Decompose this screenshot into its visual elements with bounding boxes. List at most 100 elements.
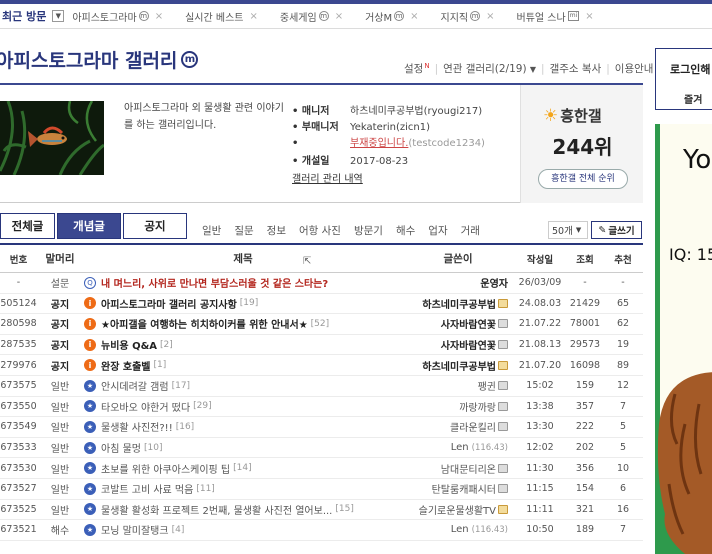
row-writer[interactable]: 남대문티리온: [441, 461, 496, 476]
row-comment-count[interactable]: [17]: [172, 381, 190, 391]
subject-filter-item[interactable]: 업자: [428, 223, 447, 238]
row-title[interactable]: 모닝 말미잘탱크: [101, 522, 169, 537]
table-row[interactable]: - 설문 Q 내 며느리, 사위로 만나면 부담스러울 것 같은 스타는? 운영자 26/…: [0, 273, 643, 294]
row-writer[interactable]: 팽귄: [478, 378, 496, 393]
row-writer-cell[interactable]: 탄탈룸캐패시터: [408, 481, 508, 496]
manager-value[interactable]: 하츠네미쿠공부법(ryougi217): [350, 104, 482, 120]
subject-filter-item[interactable]: 일반: [202, 223, 221, 238]
row-comment-count[interactable]: [11]: [196, 484, 214, 494]
row-writer[interactable]: Len: [451, 524, 469, 535]
row-title[interactable]: 완장 호출벨: [101, 358, 150, 373]
close-icon[interactable]: ×: [486, 11, 494, 22]
table-row[interactable]: 673549 일반 ★ 물생활 사진전?!! [16] 클라운킬리 13:30 222 5: [0, 417, 643, 438]
recent-visit-item[interactable]: 거상M m ×: [365, 9, 418, 24]
settings-link[interactable]: 설정N: [404, 61, 430, 76]
table-row[interactable]: 673533 일반 ★ 아침 물멍 [10] Len (116.43) 12:02 202 5: [0, 438, 643, 459]
row-title-cell[interactable]: ★ 물생활 활성화 프로젝트 2번째, 물생활 사진전 열어보... [15]: [78, 502, 408, 517]
row-comment-count[interactable]: [14]: [233, 463, 251, 473]
row-title-cell[interactable]: ★ 아침 물멍 [10]: [78, 440, 408, 455]
row-comment-count[interactable]: [4]: [172, 525, 185, 535]
submanager-value[interactable]: Yekaterin(zicn1): [350, 120, 430, 136]
row-title-cell[interactable]: ★ 타오바오 야한거 떴다 [29]: [78, 399, 408, 414]
page-size-select[interactable]: 50개 ▼: [548, 221, 588, 239]
recent-visit-dropdown-icon[interactable]: ▼: [52, 10, 65, 22]
row-title[interactable]: 아피스토그라마 갤러리 공지사항: [101, 296, 237, 311]
guide-link[interactable]: 이용안내: [615, 61, 654, 76]
table-row[interactable]: 287535 공지 i 뉴비용 Q&A [2] 사자바람연꽃 21.08.13 29573 19: [0, 335, 643, 356]
recent-visit-item[interactable]: 지지직 m ×: [441, 9, 495, 24]
row-title[interactable]: 내 며느리, 사위로 만나면 부담스러울 것 같은 스타는?: [101, 275, 328, 290]
row-title[interactable]: 물생활 활성화 프로젝트 2번째, 물생활 사진전 열어보...: [101, 502, 332, 517]
subject-filter-item[interactable]: 정보: [267, 223, 286, 238]
table-row[interactable]: 673575 일반 ★ 안시데려갈 갬럼 [17] 팽귄 15:02 159 12: [0, 376, 643, 397]
row-comment-count[interactable]: [1]: [153, 360, 166, 370]
row-title-cell[interactable]: ★ 코발트 고비 사료 먹음 [11]: [78, 481, 408, 496]
row-writer-cell[interactable]: 까랑까랑: [408, 399, 508, 414]
row-title-cell[interactable]: i 완장 호출벨 [1]: [78, 358, 408, 373]
row-comment-count[interactable]: [15]: [335, 504, 353, 514]
table-row[interactable]: 505124 공지 i 아피스토그라마 갤러리 공지사항 [19] 하츠네미쿠공부법 24.…: [0, 294, 643, 315]
row-writer[interactable]: 클라운킬리: [450, 419, 496, 434]
copy-address-link[interactable]: 갤주소 복사: [550, 61, 602, 76]
row-title[interactable]: 안시데려갈 갬럼: [101, 378, 169, 393]
row-writer-cell[interactable]: 사자바람연꽃: [408, 316, 508, 331]
row-writer-cell[interactable]: 남대문티리온: [408, 461, 508, 476]
table-row[interactable]: 280598 공지 i ★아피갤을 여행하는 히치하이커를 위한 안내서★ [52] 사자…: [0, 314, 643, 335]
row-title-cell[interactable]: ★ 초보를 위한 아쿠아스케이핑 팁 [14]: [78, 461, 408, 476]
subject-filter-item[interactable]: 질문: [234, 223, 253, 238]
table-row[interactable]: 673527 일반 ★ 코발트 고비 사료 먹음 [11] 탄탈룸캐패시터 11:15 154…: [0, 479, 643, 500]
recent-visit-item[interactable]: 버튜얼 스나 mi ×: [517, 9, 594, 24]
row-writer-cell[interactable]: 하츠네미쿠공부법: [408, 358, 508, 373]
submanager-absent-status[interactable]: 부재중입니다.: [350, 138, 408, 149]
related-gallery-link[interactable]: 연관 갤러리(2/19) ▼: [443, 61, 536, 76]
row-title-cell[interactable]: ★ 모닝 말미잘탱크 [4]: [78, 522, 408, 537]
row-comment-count[interactable]: [19]: [240, 298, 258, 308]
close-icon[interactable]: ×: [585, 11, 593, 22]
row-comment-count[interactable]: [29]: [193, 401, 211, 411]
row-comment-count[interactable]: [2]: [160, 340, 173, 350]
row-writer-cell[interactable]: 사자바람연꽃: [408, 337, 508, 352]
rank-list-button[interactable]: 흥한갤 전체 순위: [538, 169, 628, 189]
row-comment-count[interactable]: [16]: [176, 422, 194, 432]
close-icon[interactable]: ×: [155, 11, 163, 22]
close-icon[interactable]: ×: [410, 11, 418, 22]
gallery-manage-history-link[interactable]: 갤러리 관리 내역: [292, 170, 363, 185]
row-writer[interactable]: 운영자: [480, 275, 508, 290]
tab-recommended[interactable]: 개념글: [57, 213, 121, 239]
subject-filter-item[interactable]: 어항 사진: [299, 223, 341, 238]
table-row[interactable]: 673550 일반 ★ 타오바오 야한거 떴다 [29] 까랑까랑 13:38 357 7: [0, 397, 643, 418]
row-title-cell[interactable]: i 뉴비용 Q&A [2]: [78, 337, 408, 352]
table-row[interactable]: 673521 해수 ★ 모닝 말미잘탱크 [4] Len (116.43) 10:50 189 7: [0, 520, 643, 541]
tab-all[interactable]: 전체글: [0, 213, 55, 239]
row-writer-cell[interactable]: Len (116.43): [408, 524, 508, 535]
row-title-cell[interactable]: Q 내 며느리, 사위로 만나면 부담스러울 것 같은 스타는?: [78, 275, 408, 290]
row-writer[interactable]: 탄탈룸캐패시터: [432, 481, 496, 496]
row-title[interactable]: 초보를 위한 아쿠아스케이핑 팁: [101, 461, 230, 476]
subject-filter-item[interactable]: 방문기: [354, 223, 383, 238]
row-writer[interactable]: 사자바람연꽃: [441, 316, 496, 331]
row-writer-cell[interactable]: 운영자: [408, 275, 508, 290]
row-title[interactable]: 타오바오 야한거 떴다: [101, 399, 190, 414]
subject-filter-item[interactable]: 해수: [396, 223, 415, 238]
row-writer[interactable]: 사자바람연꽃: [441, 337, 496, 352]
table-row[interactable]: 673530 일반 ★ 초보를 위한 아쿠아스케이핑 팁 [14] 남대문티리온 11:30…: [0, 458, 643, 479]
row-writer[interactable]: 까랑까랑: [459, 399, 496, 414]
row-title-cell[interactable]: ★ 안시데려갈 갬럼 [17]: [78, 378, 408, 393]
row-writer-cell[interactable]: Len (116.43): [408, 442, 508, 453]
recent-visit-item[interactable]: 중세게임 m ×: [280, 9, 343, 24]
row-writer[interactable]: 하츠네미쿠공부법: [422, 358, 496, 373]
login-box[interactable]: 로그인해 즐겨: [655, 48, 712, 110]
row-title[interactable]: 물생활 사진전?!!: [101, 419, 173, 434]
subject-filter-item[interactable]: 거래: [461, 223, 480, 238]
row-title[interactable]: 뉴비용 Q&A: [101, 337, 157, 352]
row-writer-cell[interactable]: 슬기로운물생활TV: [408, 502, 508, 517]
recent-visit-item[interactable]: 실시간 베스트 ×: [185, 9, 258, 24]
row-title-cell[interactable]: ★ 물생활 사진전?!! [16]: [78, 419, 408, 434]
row-title-cell[interactable]: i 아피스토그라마 갤러리 공지사항 [19]: [78, 296, 408, 311]
side-ad-banner[interactable]: Yo IQ: 15: [655, 124, 712, 554]
row-title[interactable]: ★아피갤을 여행하는 히치하이커를 위한 안내서★: [101, 316, 308, 331]
row-writer-cell[interactable]: 팽귄: [408, 378, 508, 393]
row-title-cell[interactable]: i ★아피갤을 여행하는 히치하이커를 위한 안내서★ [52]: [78, 316, 408, 331]
tab-notice[interactable]: 공지: [123, 213, 187, 239]
recent-visit-item[interactable]: 아피스토그라마 m ×: [72, 9, 163, 24]
